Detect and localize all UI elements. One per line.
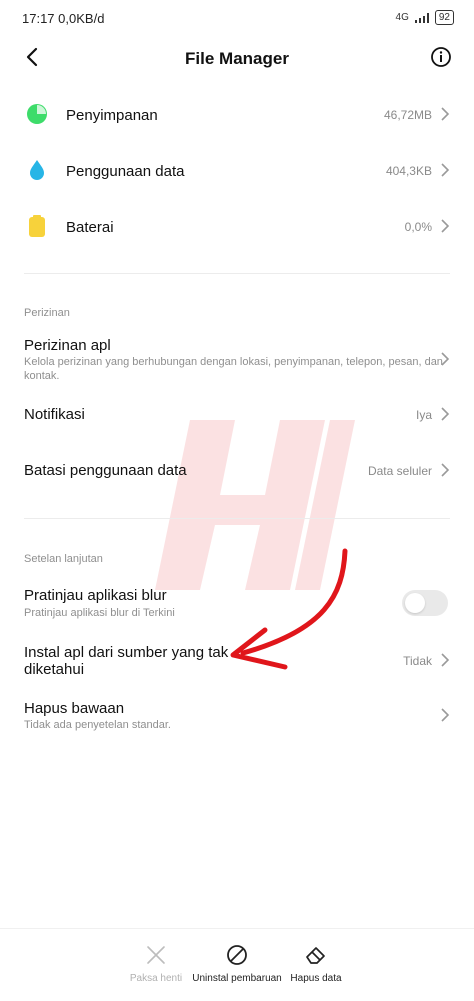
battery-value: 0,0%: [404, 220, 432, 234]
page-title: File Manager: [185, 49, 289, 68]
status-speed: 0,0KB/d: [58, 11, 105, 26]
chevron-right-icon: [441, 407, 450, 421]
notifications-value: Iya: [415, 408, 432, 422]
blur-preview-desc: Pratinjau aplikasi blur di Terkini: [24, 607, 175, 619]
chevron-right-icon: [441, 107, 450, 121]
app-permissions-desc-line2: kontak.: [24, 370, 60, 382]
data-limit-value: Data seluler: [367, 464, 432, 478]
chevron-right-icon: [441, 463, 450, 477]
header: File Manager: [0, 38, 474, 78]
storage-pie-icon: [27, 104, 47, 124]
app-permissions-desc-line1: Kelola perizinan yang berhubungan dengan…: [24, 356, 443, 368]
blur-preview-label: Pratinjau aplikasi blur: [24, 587, 167, 604]
network-label: 4G: [395, 12, 409, 23]
chevron-right-icon: [441, 219, 450, 233]
watermark-logo: [155, 420, 355, 590]
battery-indicator: 92: [434, 10, 454, 25]
battery-row[interactable]: Baterai 0,0%: [0, 210, 474, 242]
bottom-action-bar: Paksa henti Uninstal pembaruan Hapus dat…: [0, 928, 474, 1001]
status-left: 17:17 0,0KB/d: [22, 11, 104, 26]
data-limit-row[interactable]: Batasi penggunaan data Data seluler: [0, 456, 474, 486]
blur-preview-row: Pratinjau aplikasi blur Pratinjau aplika…: [0, 584, 474, 624]
blur-preview-toggle[interactable]: [402, 590, 448, 616]
info-icon[interactable]: [430, 46, 452, 68]
eraser-icon: [306, 947, 325, 964]
app-permissions-label: Perizinan apl: [24, 337, 111, 354]
chevron-right-icon: [441, 352, 450, 366]
chevron-right-icon: [441, 708, 450, 722]
clear-defaults-row[interactable]: Hapus bawaan Tidak ada penyetelan standa…: [0, 697, 474, 737]
toggle-knob: [405, 593, 425, 613]
chevron-right-icon: [441, 653, 450, 667]
unknown-sources-label-line1: Instal apl dari sumber yang tak: [24, 644, 229, 661]
chevron-right-icon: [441, 163, 450, 177]
data-usage-row[interactable]: Penggunaan data 404,3KB: [0, 154, 474, 186]
data-usage-label: Penggunaan data: [66, 163, 185, 180]
close-x-icon: [147, 946, 165, 964]
data-usage-value: 404,3KB: [385, 164, 432, 178]
water-drop-icon: [30, 160, 44, 180]
unknown-sources-row[interactable]: Instal apl dari sumber yang tak diketahu…: [0, 642, 474, 682]
signal-icon: [414, 12, 429, 23]
clear-data-label: Hapus data: [290, 973, 342, 984]
section-title-advanced: Setelan lanjutan: [24, 553, 103, 565]
clear-data-button[interactable]: Hapus data: [266, 943, 366, 984]
app-permissions-row[interactable]: Perizinan apl Kelola perizinan yang berh…: [0, 334, 474, 384]
storage-label: Penyimpanan: [66, 107, 158, 124]
battery-icon: [29, 215, 45, 237]
status-bar: 17:17 0,0KB/d 4G 92: [0, 0, 474, 36]
status-right: 4G 92: [396, 10, 454, 25]
section-title-permissions: Perizinan: [24, 307, 70, 319]
data-limit-label: Batasi penggunaan data: [24, 462, 187, 479]
storage-row[interactable]: Penyimpanan 46,72MB: [0, 98, 474, 130]
status-time: 17:17: [22, 11, 55, 26]
battery-label: Baterai: [66, 219, 114, 236]
divider: [24, 273, 450, 274]
clear-defaults-desc: Tidak ada penyetelan standar.: [24, 719, 171, 731]
clear-defaults-label: Hapus bawaan: [24, 700, 125, 717]
notifications-row[interactable]: Notifikasi Iya: [0, 400, 474, 430]
storage-value: 46,72MB: [383, 108, 432, 122]
divider: [24, 518, 450, 519]
block-circle-icon: [227, 945, 247, 965]
unknown-sources-value: Tidak: [403, 654, 432, 668]
unknown-sources-label-line2: diketahui: [24, 661, 85, 678]
notifications-label: Notifikasi: [24, 406, 85, 423]
